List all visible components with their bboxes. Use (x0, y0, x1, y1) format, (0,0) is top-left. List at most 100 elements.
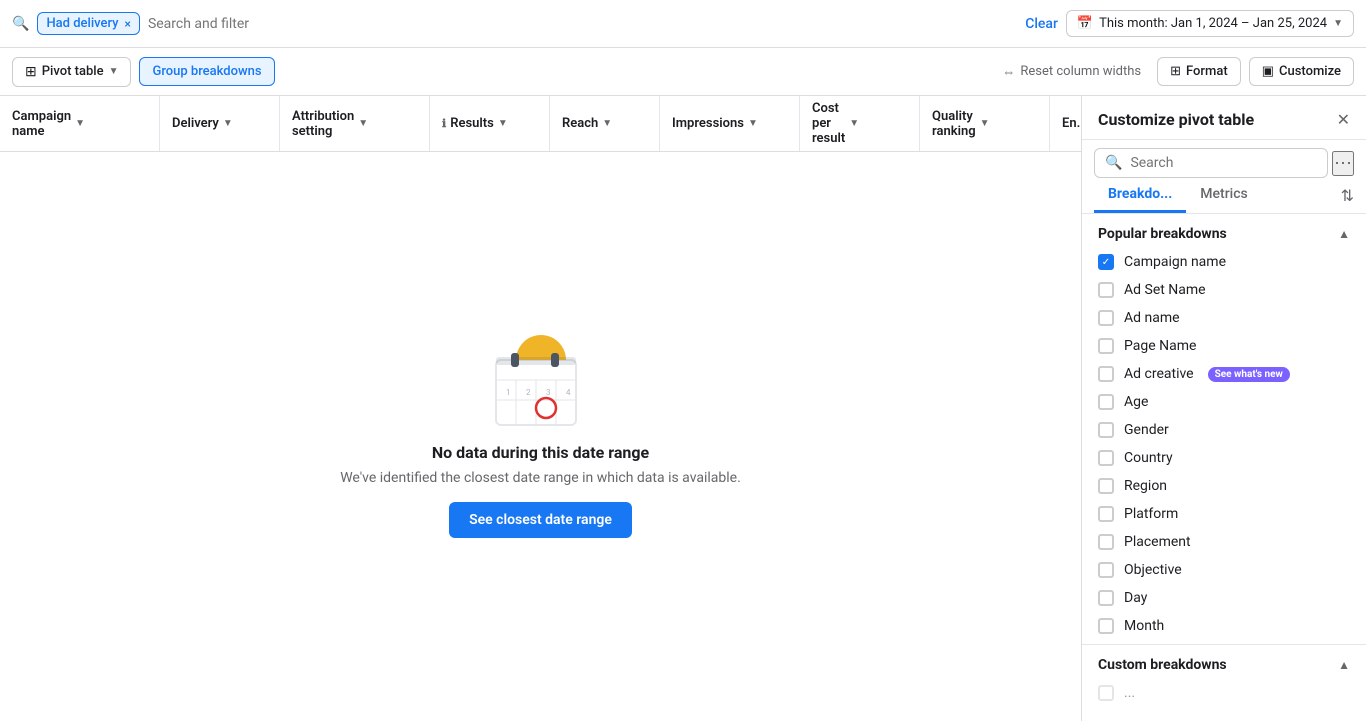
breakdown-placement-label: Placement (1124, 534, 1191, 550)
checkbox-age[interactable] (1098, 394, 1114, 410)
svg-text:1: 1 (506, 388, 511, 397)
checkbox-custom[interactable] (1098, 685, 1114, 701)
right-panel: Customize pivot table ✕ 🔍 ⋯ Breakdo... M… (1081, 96, 1366, 721)
breakdown-country-label: Country (1124, 450, 1173, 466)
th-eng[interactable]: En... (1050, 96, 1081, 151)
checkbox-country[interactable] (1098, 450, 1114, 466)
search-filter-input[interactable] (148, 16, 1017, 32)
breakdown-custom-item[interactable]: ... (1082, 679, 1366, 707)
pivot-table-button[interactable]: ⊞ Pivot table ▼ (12, 57, 131, 87)
breakdown-campaign-name[interactable]: ✓ Campaign name (1082, 248, 1366, 276)
checkbox-region[interactable] (1098, 478, 1114, 494)
th-eng-label: En... (1062, 116, 1081, 131)
pivot-icon: ⊞ (25, 64, 37, 80)
breakdown-ad-creative[interactable]: Ad creative See what's new (1082, 360, 1366, 388)
checkbox-platform[interactable] (1098, 506, 1114, 522)
breakdown-region[interactable]: Region (1082, 472, 1366, 500)
format-icon: ⊞ (1170, 64, 1181, 79)
breakdown-platform-label: Platform (1124, 506, 1178, 522)
breakdown-ad-name[interactable]: Ad name (1082, 304, 1366, 332)
breakdown-campaign-label: Campaign name (1124, 254, 1226, 270)
th-impressions[interactable]: Impressions ▼ (660, 96, 800, 151)
pivot-chevron-icon: ▼ (109, 66, 119, 77)
th-quality[interactable]: Qualityranking ▼ (920, 96, 1050, 151)
filter-close-icon[interactable]: × (125, 17, 131, 31)
panel-close-button[interactable]: ✕ (1337, 110, 1350, 129)
toolbar: ⊞ Pivot table ▼ Group breakdowns ⇔ Reset… (0, 48, 1366, 96)
popular-section-title: Popular breakdowns (1098, 226, 1227, 242)
custom-section-title: Custom breakdowns (1098, 657, 1227, 673)
th-quality-label: Qualityranking (932, 109, 976, 139)
checkbox-gender[interactable] (1098, 422, 1114, 438)
panel-search-input[interactable] (1130, 155, 1317, 171)
panel-body: Popular breakdowns ▲ ✓ Campaign name Ad … (1082, 214, 1366, 721)
date-range-button[interactable]: 📅 This month: Jan 1, 2024 – Jan 25, 2024… (1066, 10, 1354, 37)
svg-text:2: 2 (526, 388, 531, 397)
breakdown-ad-creative-label: Ad creative (1124, 366, 1194, 382)
breakdown-ad-set-name[interactable]: Ad Set Name (1082, 276, 1366, 304)
calendar-icon: 📅 (1077, 16, 1093, 31)
th-delivery[interactable]: Delivery ▼ (160, 96, 280, 151)
ad-creative-badge: See what's new (1208, 367, 1290, 382)
customize-label: Customize (1279, 64, 1341, 79)
reset-columns-button[interactable]: ⇔ Reset column widths (994, 58, 1149, 86)
checkbox-objective[interactable] (1098, 562, 1114, 578)
filter-label: Had delivery (46, 16, 118, 31)
th-attribution[interactable]: Attributionsetting ▼ (280, 96, 430, 151)
panel-search-icon: 🔍 (1105, 155, 1122, 171)
checkbox-ad-creative[interactable] (1098, 366, 1114, 382)
breakdown-day[interactable]: Day (1082, 584, 1366, 612)
toolbar-right: ⇔ Reset column widths ⊞ Format ▣ Customi… (994, 57, 1354, 86)
clear-button[interactable]: Clear (1025, 16, 1058, 32)
th-cost-label: Costperresult (812, 101, 845, 146)
checkbox-page-name[interactable] (1098, 338, 1114, 354)
sort-panel-icon[interactable]: ⇅ (1341, 186, 1354, 205)
breakdown-custom-label: ... (1124, 685, 1135, 701)
th-reach[interactable]: Reach ▼ (550, 96, 660, 151)
checkbox-ad-set-name[interactable] (1098, 282, 1114, 298)
panel-search[interactable]: 🔍 (1094, 148, 1328, 178)
sort-quality-icon: ▼ (980, 118, 990, 129)
checkbox-placement[interactable] (1098, 534, 1114, 550)
breakdown-day-label: Day (1124, 590, 1147, 606)
panel-title: Customize pivot table (1098, 110, 1254, 129)
empty-subtitle: We've identified the closest date range … (340, 470, 741, 486)
th-results[interactable]: ℹ Results ▼ (430, 96, 550, 151)
th-campaign-label: Campaignname (12, 109, 71, 139)
customize-button[interactable]: ▣ Customize (1249, 57, 1354, 86)
breakdown-month[interactable]: Month (1082, 612, 1366, 640)
breakdown-age[interactable]: Age (1082, 388, 1366, 416)
checkbox-campaign-name[interactable]: ✓ (1098, 254, 1114, 270)
th-campaign[interactable]: Campaignname ▼ (0, 96, 160, 151)
pivot-table-label: Pivot table (42, 64, 104, 79)
sort-delivery-icon: ▼ (223, 118, 233, 129)
calendar-illustration: 1 2 3 4 (486, 335, 596, 435)
breakdown-region-label: Region (1124, 478, 1167, 494)
empty-title: No data during this date range (432, 443, 649, 462)
format-button[interactable]: ⊞ Format (1157, 57, 1241, 86)
filter-tag[interactable]: Had delivery × (37, 12, 140, 35)
th-impressions-label: Impressions (672, 116, 744, 131)
breakdown-objective[interactable]: Objective (1082, 556, 1366, 584)
checkbox-month[interactable] (1098, 618, 1114, 634)
breakdown-gender[interactable]: Gender (1082, 416, 1366, 444)
see-closest-date-button[interactable]: See closest date range (449, 502, 632, 538)
checkbox-ad-name[interactable] (1098, 310, 1114, 326)
more-options-button[interactable]: ⋯ (1332, 151, 1354, 176)
tab-metrics[interactable]: Metrics (1186, 178, 1261, 213)
chevron-down-icon: ▼ (1333, 18, 1343, 29)
breakdown-gender-label: Gender (1124, 422, 1169, 438)
tab-breakdowns[interactable]: Breakdo... (1094, 178, 1186, 213)
breakdown-ad-set-label: Ad Set Name (1124, 282, 1206, 298)
breakdown-placement[interactable]: Placement (1082, 528, 1366, 556)
custom-collapse-icon[interactable]: ▲ (1338, 658, 1350, 672)
group-breakdowns-button[interactable]: Group breakdowns (139, 57, 274, 86)
breakdown-page-name[interactable]: Page Name (1082, 332, 1366, 360)
checkbox-day[interactable] (1098, 590, 1114, 606)
popular-collapse-icon[interactable]: ▲ (1338, 227, 1350, 241)
breakdown-platform[interactable]: Platform (1082, 500, 1366, 528)
breakdown-country[interactable]: Country (1082, 444, 1366, 472)
breakdown-objective-label: Objective (1124, 562, 1182, 578)
th-cost[interactable]: Costperresult ▼ (800, 96, 920, 151)
reset-columns-label: Reset column widths (1020, 64, 1141, 79)
